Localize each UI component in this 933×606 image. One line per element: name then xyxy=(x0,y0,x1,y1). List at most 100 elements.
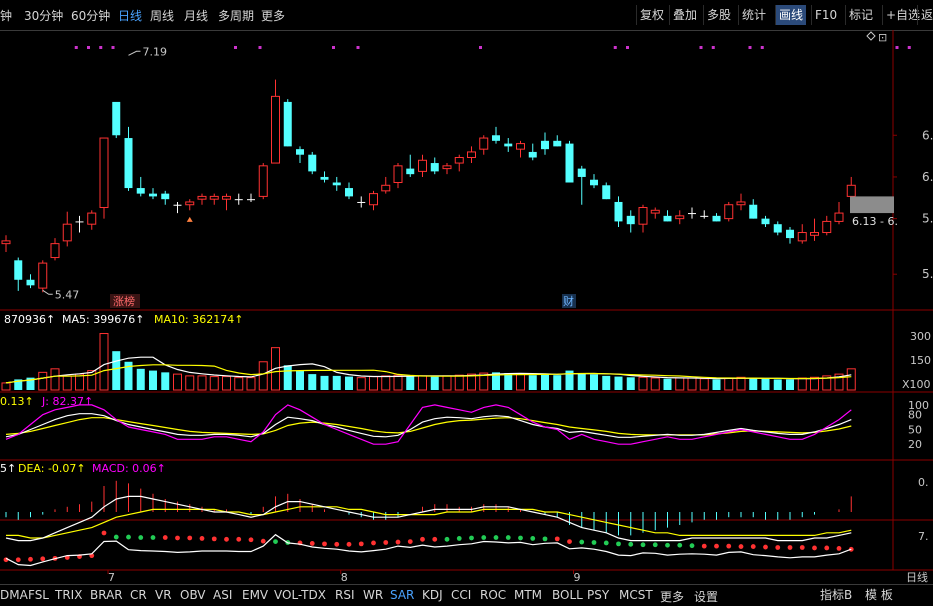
tool-button[interactable]: 多股 xyxy=(703,5,734,25)
volume-bar xyxy=(736,376,746,391)
sar-dot xyxy=(677,542,683,548)
candle-body xyxy=(14,260,23,280)
candle-body xyxy=(418,159,427,172)
indicator-tab[interactable]: CR xyxy=(130,588,147,602)
sar-dot xyxy=(542,536,548,542)
tool-button[interactable]: 画线 xyxy=(775,5,807,25)
candle-body xyxy=(50,243,60,259)
kdj-axis-label: 50 xyxy=(908,423,922,436)
indicator-tab[interactable]: MCST xyxy=(619,588,653,602)
sar-dot xyxy=(224,536,229,542)
candle-body xyxy=(209,195,219,200)
diamond-icon xyxy=(866,31,876,41)
tool-button[interactable]: 返 xyxy=(917,5,933,25)
period-tab[interactable]: 更多 xyxy=(261,7,285,24)
volume-bar xyxy=(454,374,464,391)
kdj-axis-label: 80 xyxy=(908,409,922,422)
candle-body xyxy=(724,204,734,220)
tool-button[interactable]: 统计 xyxy=(738,5,769,25)
volume-ma5: MA5: 399676↑ xyxy=(62,313,144,326)
signal-marker xyxy=(99,46,103,49)
period-tab[interactable]: 周线 xyxy=(150,7,174,24)
volume-bar xyxy=(308,374,317,390)
sar-dot xyxy=(150,535,156,540)
candle-body xyxy=(173,204,182,206)
candle-body xyxy=(161,193,170,200)
volume-bar xyxy=(577,373,586,390)
macd-dea-line xyxy=(6,506,852,539)
tool-button[interactable]: 标记 xyxy=(845,5,876,25)
volume-bar xyxy=(50,368,60,391)
volume-bar xyxy=(626,377,635,390)
low-label: 5.47 xyxy=(55,288,80,301)
candle-body xyxy=(247,199,255,201)
period-tab[interactable]: 多周期 xyxy=(218,7,254,24)
indicator-tab[interactable]: ASI xyxy=(213,588,232,602)
indicator-tab[interactable]: BRAR xyxy=(90,588,123,602)
candle-body xyxy=(185,201,195,206)
period-tab[interactable]: 60分钟 xyxy=(71,7,110,24)
indicator-tab[interactable]: BOLL xyxy=(552,588,583,602)
indicator-tab[interactable]: 设置 xyxy=(694,588,718,605)
volume-ma5-line xyxy=(5,356,852,384)
panel-icon: ⊡ xyxy=(878,31,887,44)
signal-marker xyxy=(760,46,764,49)
indicator-tab[interactable]: OBV xyxy=(180,588,206,602)
kline-chart: 6. 6. 5. 5. 7.19 5.47 6.13 - 6. ⊡ 涨榜 财 870936↑ MA5:… xyxy=(0,30,933,584)
sar-dot xyxy=(530,536,536,541)
indicator-tab[interactable]: 更多 xyxy=(660,588,684,605)
volume-bar xyxy=(345,376,353,390)
sar-dot xyxy=(371,540,376,546)
indicator-tab[interactable]: WR xyxy=(363,588,383,602)
indicator-tab[interactable]: CCI xyxy=(451,588,471,602)
volume-bar xyxy=(112,351,121,390)
indicator-tab[interactable]: VR xyxy=(155,588,172,602)
period-toolbar: 钟 30分钟 60分钟 日线 周线 月线 多周期 更多 复权 叠加 多股 统计 画线 F10 标记 +自选返 xyxy=(0,0,933,31)
period-tab[interactable]: 30分钟 xyxy=(24,7,63,24)
indicator-tab[interactable]: PSY xyxy=(587,588,609,602)
candle-body xyxy=(663,215,672,222)
volume-bar xyxy=(161,372,170,390)
candle-body xyxy=(332,182,341,186)
indicator-tab[interactable]: DMA xyxy=(0,588,28,602)
sar-dot xyxy=(616,541,621,547)
signal-marker xyxy=(356,46,360,49)
tag-label: 财 xyxy=(563,294,574,308)
indicator-tab[interactable]: TRIX xyxy=(55,588,82,602)
period-tab[interactable]: 月线 xyxy=(184,7,208,24)
sar-dot xyxy=(665,542,670,548)
candle-body xyxy=(650,209,660,214)
tool-button[interactable]: F10 xyxy=(811,5,840,25)
signal-marker xyxy=(111,46,115,49)
indicator-tab[interactable]: MTM xyxy=(514,588,542,602)
template-button[interactable]: 模 板 xyxy=(862,587,896,604)
indicator-tab[interactable]: RSI xyxy=(335,588,355,602)
volume-value: 870936↑ xyxy=(4,313,55,326)
candle-body xyxy=(296,149,304,155)
indicator-tab[interactable]: EMV xyxy=(242,588,268,602)
indicator-tab[interactable]: SAR xyxy=(390,588,414,602)
period-tab[interactable]: 钟 xyxy=(0,7,12,24)
tool-button[interactable]: 叠加 xyxy=(669,5,700,25)
volume-bar xyxy=(62,375,72,391)
candle-body xyxy=(467,151,476,158)
sar-dot xyxy=(701,543,707,549)
indicator-tab[interactable]: VOL-TDX xyxy=(274,588,326,602)
sar-dot xyxy=(334,541,340,547)
indicator-tab[interactable]: KDJ xyxy=(422,588,443,602)
signal-marker xyxy=(234,46,237,49)
volume-bar xyxy=(197,375,207,391)
volume-bar xyxy=(87,370,97,391)
tool-button[interactable]: 复权 xyxy=(636,5,667,25)
candle-body xyxy=(283,101,292,147)
candle-body xyxy=(846,184,856,197)
volume-axis-label: 300 xyxy=(910,330,931,343)
kdj-axis-label: 20 xyxy=(908,438,922,451)
indicator-tab[interactable]: FSL xyxy=(28,588,49,602)
candle-body xyxy=(124,138,133,189)
macd-value-label: MACD: 0.06↑ xyxy=(92,462,166,475)
period-tab[interactable]: 日线 xyxy=(118,7,142,24)
indicator-tab[interactable]: ROC xyxy=(480,588,506,602)
template-button[interactable]: 指标B xyxy=(817,587,855,604)
sar-dot xyxy=(236,536,242,542)
